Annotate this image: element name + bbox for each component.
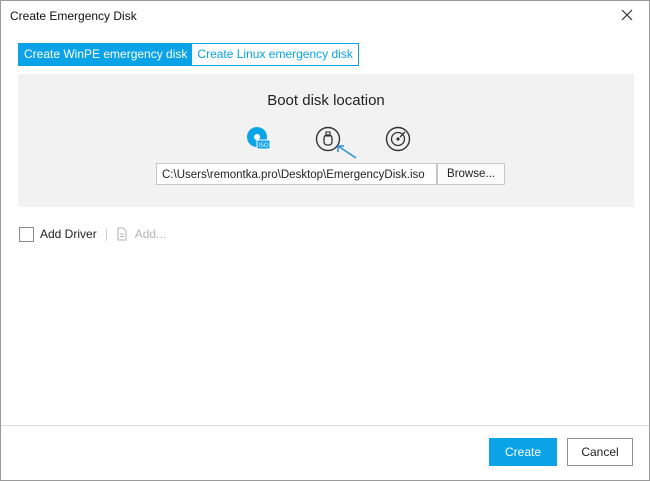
path-input[interactable]: C:\Users\remontka.pro\Desktop\EmergencyD… [156, 163, 437, 185]
iso-disc-icon[interactable]: ISO [246, 126, 272, 152]
separator [105, 227, 107, 241]
dialog-window: Create Emergency Disk Create WinPE emerg… [0, 0, 650, 481]
document-add-icon [117, 227, 127, 241]
add-driver-checkbox[interactable] [19, 226, 34, 242]
panel-title: Boot disk location [267, 92, 385, 109]
svg-text:ISO: ISO [258, 142, 269, 149]
tab-linux[interactable]: Create Linux emergency disk [192, 44, 358, 65]
footer-divider [1, 425, 649, 426]
cd-dvd-icon[interactable] [385, 126, 411, 152]
boot-location-panel: Boot disk location ISO C:\Users\remontka… [18, 74, 634, 207]
browse-button[interactable]: Browse... [437, 163, 505, 185]
tab-winpe[interactable]: Create WinPE emergency disk [19, 44, 193, 65]
close-icon[interactable] [619, 7, 635, 23]
tab-strip: Create WinPE emergency disk Create Linux… [18, 43, 359, 66]
cancel-button[interactable]: Cancel [567, 438, 633, 466]
add-driver-row: Add Driver Add... [19, 226, 166, 242]
add-driver-button[interactable]: Add... [135, 227, 166, 241]
add-driver-label[interactable]: Add Driver [40, 227, 97, 241]
create-button[interactable]: Create [489, 438, 557, 466]
title-bar: Create Emergency Disk [1, 1, 649, 31]
pointer-arrow-icon [337, 145, 357, 159]
window-title: Create Emergency Disk [10, 9, 137, 23]
